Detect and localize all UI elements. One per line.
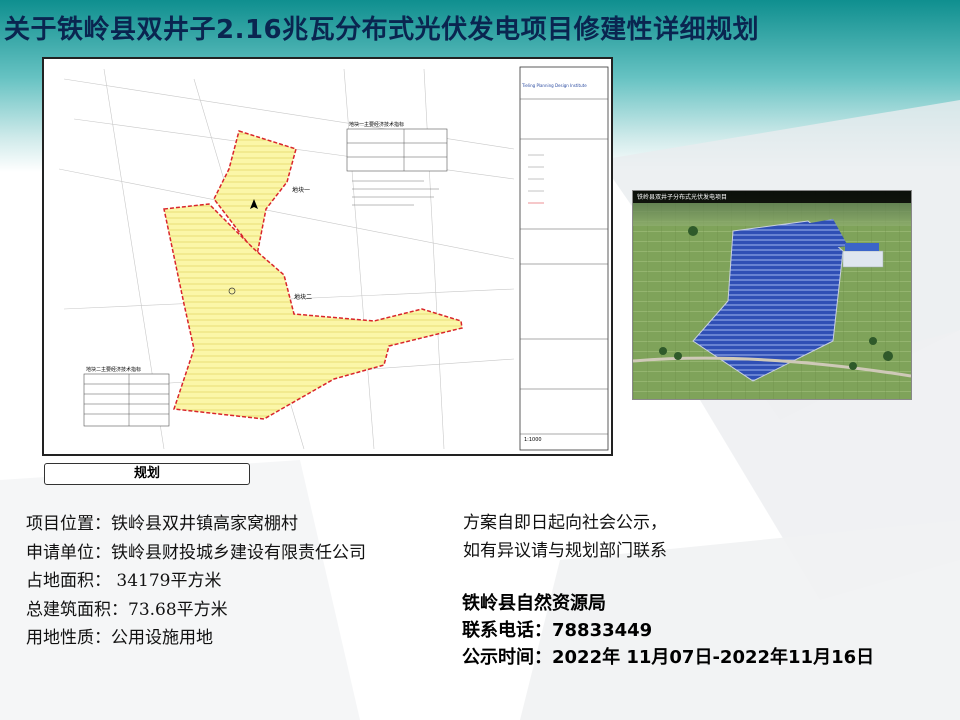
info-label: 占地面积：: [26, 571, 111, 591]
block1-label: 地块一: [292, 187, 311, 194]
contact-org: 铁岭县自然资源局: [462, 593, 606, 614]
info-row-building-area: 总建筑面积：73.68平方米: [26, 596, 366, 625]
contact-phone-row: 联系电话：78833449: [462, 617, 874, 644]
info-label: 项目位置：: [26, 514, 111, 534]
info-value: 铁岭县双井镇高家窝棚村: [111, 514, 298, 534]
site-plan-map: [44, 59, 611, 454]
table-block1: [346, 128, 448, 172]
public-notice: 方案自即日起向社会公示， 如有异议请与规划部门联系: [463, 509, 667, 565]
info-row-location: 项目位置：铁岭县双井镇高家窝棚村: [26, 510, 366, 539]
aerial-rendering: 铁岭县双井子分布式光伏发电项目: [632, 190, 912, 400]
phone-label: 联系电话：: [462, 620, 552, 641]
planning-drawing: 地块一 地块二 地块一主要经济技术指标 地块二主要经济技术指标 Tieling …: [42, 57, 613, 456]
table-block2: [83, 373, 170, 427]
institute-name-en: Tieling Planning Design Institute: [522, 83, 587, 88]
page-title: 关于铁岭县双井子2.16兆瓦分布式光伏发电项目修建性详细规划: [4, 15, 760, 45]
drawing-scale: 1:1000: [524, 437, 542, 443]
aerial-rendering-image: [633, 191, 911, 399]
info-label: 用地性质：: [26, 628, 111, 648]
info-value: 公用设施用地: [111, 628, 213, 648]
block2-label: 地块二: [294, 294, 313, 301]
contact-block: 铁岭县自然资源局 联系电话：78833449 公示时间：2022年 11月07日…: [462, 590, 874, 671]
info-row-land-area: 占地面积： 34179平方米: [26, 567, 366, 596]
table2-title: 地块二主要经济技术指标: [86, 367, 142, 373]
info-value: 34179平方米: [111, 571, 222, 591]
notice-period-row: 公示时间：2022年 11月07日-2022年11月16日: [462, 644, 874, 671]
info-row-applicant: 申请单位：铁岭县财投城乡建设有限责任公司: [26, 539, 366, 568]
period-dates: 2022年 11月07日-2022年11月16日: [552, 647, 875, 668]
info-label: 总建筑面积：: [26, 599, 128, 620]
plan-caption: 规划: [44, 463, 250, 485]
info-value: 铁岭县财投城乡建设有限责任公司: [111, 542, 366, 563]
info-row-land-use: 用地性质：公用设施用地: [26, 624, 366, 653]
drawing-title-block: [519, 66, 609, 451]
phone-number: 78833449: [552, 620, 653, 641]
table1-title: 地块一主要经济技术指标: [349, 122, 405, 128]
aerial-title: 铁岭县双井子分布式光伏发电项目: [637, 194, 728, 201]
info-value: 73.68平方米: [128, 599, 228, 620]
project-info: 项目位置：铁岭县双井镇高家窝棚村 申请单位：铁岭县财投城乡建设有限责任公司 占地…: [26, 510, 366, 653]
period-label: 公示时间：: [462, 647, 552, 668]
notice-line: 如有异议请与规划部门联系: [463, 541, 667, 561]
notice-line: 方案自即日起向社会公示，: [463, 513, 667, 533]
info-label: 申请单位：: [26, 542, 111, 563]
